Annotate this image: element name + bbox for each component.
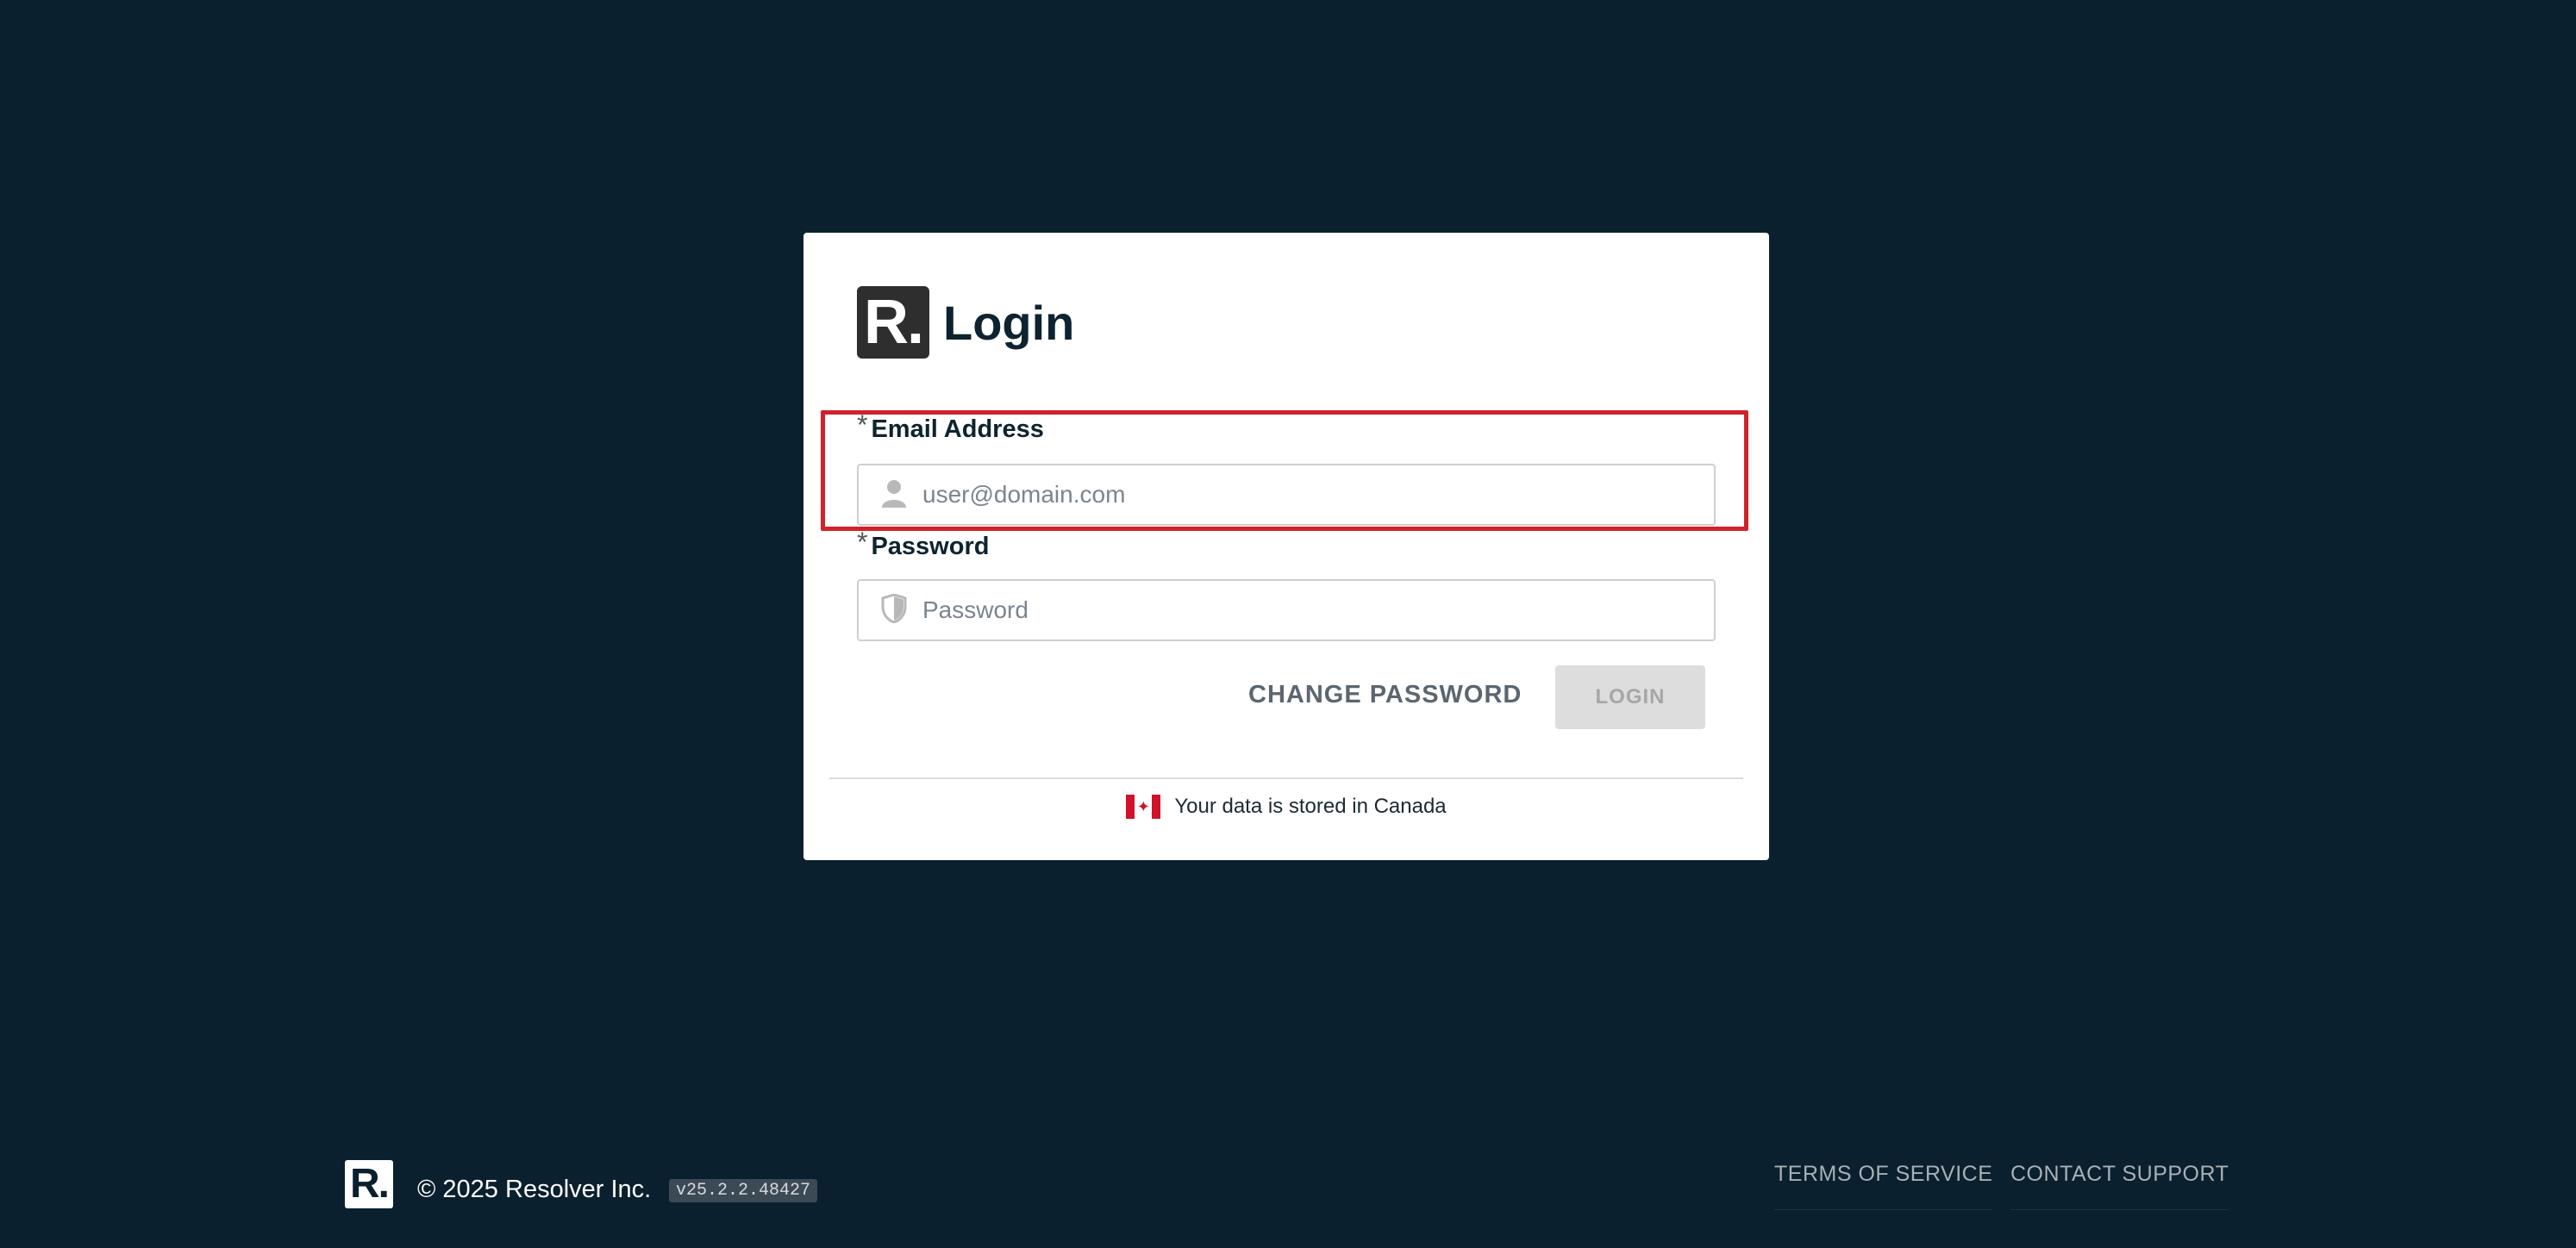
- required-marker: *: [857, 409, 868, 440]
- canada-flag-icon: ✦: [1126, 795, 1161, 819]
- shield-icon: [881, 592, 907, 627]
- login-card: R. Login * Email Address * Password CHAN…: [803, 233, 1769, 860]
- email-field-container[interactable]: [857, 464, 1716, 526]
- storage-text: Your data is stored in Canada: [1174, 795, 1447, 818]
- page-title: Login: [943, 295, 1075, 350]
- email-field[interactable]: [921, 480, 1683, 509]
- version-badge: v25.2.2.48427: [669, 1179, 818, 1202]
- password-field-container[interactable]: [857, 579, 1716, 641]
- password-field[interactable]: [921, 596, 1683, 625]
- data-residency-note: ✦ Your data is stored in Canada: [803, 795, 1769, 819]
- terms-of-service-link[interactable]: TERMS OF SERVICE: [1774, 1162, 1993, 1210]
- change-password-link[interactable]: CHANGE PASSWORD: [1248, 681, 1522, 709]
- email-label: * Email Address: [857, 409, 1044, 444]
- footer-logo: R.: [345, 1160, 393, 1208]
- password-label-text: Password: [871, 533, 990, 560]
- contact-support-link[interactable]: CONTACT SUPPORT: [2010, 1162, 2229, 1210]
- copyright: © 2025 Resolver Inc.: [417, 1176, 652, 1203]
- resolver-logo: R.: [857, 286, 929, 359]
- login-header: R. Login: [857, 286, 1074, 359]
- password-label: * Password: [857, 527, 990, 561]
- required-marker: *: [857, 527, 868, 558]
- email-label-text: Email Address: [871, 415, 1044, 443]
- user-icon: [881, 478, 907, 512]
- login-button[interactable]: LOGIN: [1555, 665, 1705, 729]
- login-actions: CHANGE PASSWORD LOGIN: [803, 665, 1769, 731]
- divider: [829, 777, 1743, 779]
